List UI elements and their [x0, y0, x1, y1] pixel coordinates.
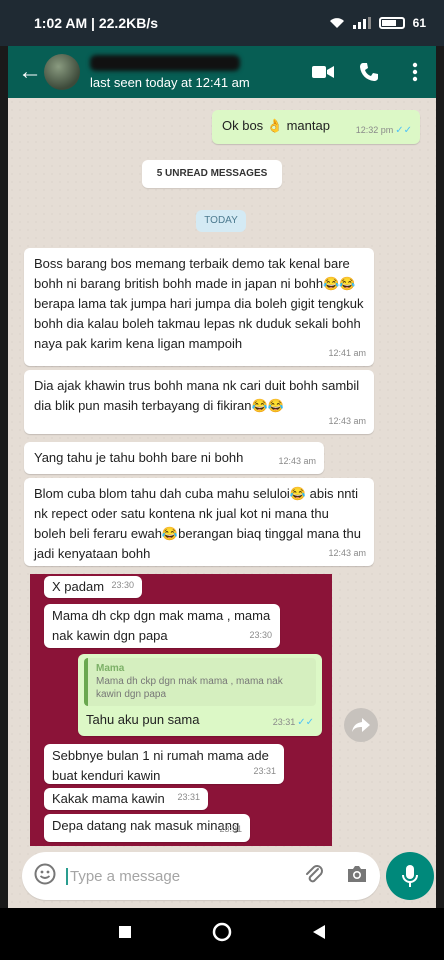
image-message[interactable]: X padam 23:30 Mama dh ckp dgn mak mama ,… — [30, 574, 332, 846]
status-bar: 1:02 AM | 22.2KB/s 61 — [0, 0, 444, 46]
signal-icon — [352, 17, 371, 29]
message-time: 23:31 — [177, 792, 200, 802]
battery-icon — [378, 17, 405, 29]
message-time: 12:43 am — [328, 548, 366, 558]
message-input[interactable]: Type a message — [66, 867, 180, 885]
embedded-message: Depa datang nak masuk minang 23:31 — [44, 814, 250, 842]
back-arrow-icon[interactable]: ← — [18, 58, 44, 86]
embedded-message: Mama dh ckp dgn mak mama , mama nak kawi… — [44, 604, 280, 648]
message-time: 23:31 — [219, 824, 242, 834]
camera-icon[interactable] — [346, 865, 368, 888]
battery-level: 61 — [412, 16, 426, 30]
chat-area[interactable]: Ok bos 👌 mantap 12:32 pm ✓✓ 5 UNREAD MESS… — [8, 98, 436, 908]
nav-recents-icon[interactable] — [118, 925, 132, 944]
status-icons: 61 — [329, 16, 426, 30]
message-text: Sebbnye bulan 1 ni rumah mama ade buat k… — [52, 748, 269, 783]
contact-info[interactable]: last seen today at 12:41 am — [90, 54, 250, 90]
embedded-message: Sebbnye bulan 1 ni rumah mama ade buat k… — [44, 744, 284, 784]
message-time: 12:41 am — [328, 348, 366, 358]
quoted-author: Mama — [96, 663, 125, 674]
quoted-text: Mama dh ckp dgn mak mama , mama nak kawi… — [96, 676, 283, 700]
mic-icon — [402, 865, 418, 887]
more-vert-icon[interactable] — [404, 61, 426, 83]
mic-button[interactable] — [386, 852, 434, 900]
read-ticks-icon: ✓✓ — [297, 717, 314, 728]
nav-back-icon[interactable] — [312, 924, 326, 945]
message-outgoing[interactable]: Ok bos 👌 mantap 12:32 pm ✓✓ — [212, 110, 420, 144]
forward-icon[interactable] — [344, 708, 378, 742]
message-text: Blom cuba blom tahu dah cuba mahu selulo… — [34, 486, 361, 561]
message-text: Yang tahu je tahu bohh bare ni bohh — [34, 450, 244, 465]
message-time: 23:30 — [249, 630, 272, 640]
message-text: Ok bos 👌 mantap — [222, 118, 330, 133]
wifi-icon — [329, 18, 344, 28]
date-label: TODAY — [196, 210, 246, 232]
message-text: Tahu aku pun sama — [86, 712, 200, 727]
attach-icon[interactable] — [304, 863, 324, 890]
read-ticks-icon: ✓✓ — [395, 125, 412, 136]
nav-home-icon[interactable] — [212, 922, 232, 947]
message-composer[interactable]: Type a message — [22, 852, 380, 900]
status-time-speed: 1:02 AM | 22.2KB/s — [34, 15, 159, 31]
emoji-icon[interactable] — [34, 863, 56, 890]
contact-name-redacted — [90, 54, 240, 71]
message-time: 23:30 — [111, 580, 134, 590]
phone-icon[interactable] — [358, 61, 380, 83]
last-seen: last seen today at 12:41 am — [90, 74, 250, 90]
message-text: Kakak mama kawin — [52, 791, 165, 806]
message-incoming[interactable]: Blom cuba blom tahu dah cuba mahu selulo… — [24, 478, 374, 566]
video-call-icon[interactable] — [312, 61, 334, 83]
quoted-message: Mama Mama dh ckp dgn mak mama , mama nak… — [84, 658, 316, 706]
message-text: Boss barang bos memang terbaik demo tak … — [34, 256, 364, 351]
message-time: 23:31 ✓✓ — [272, 717, 314, 728]
embedded-message: X padam 23:30 — [44, 576, 142, 598]
unread-banner: 5 UNREAD MESSAGES — [142, 160, 282, 188]
message-time: 12:43 am — [278, 456, 316, 466]
system-nav-bar — [0, 908, 444, 960]
message-text: X padam — [52, 579, 105, 594]
message-text: Dia ajak khawin trus bohh mana nk cari d… — [34, 378, 360, 413]
chat-header: ← last seen today at 12:41 am — [8, 46, 436, 98]
message-time: 12:43 am — [328, 416, 366, 426]
embedded-reply-message: Mama Mama dh ckp dgn mak mama , mama nak… — [78, 654, 322, 736]
message-incoming[interactable]: Yang tahu je tahu bohh bare ni bohh 12:4… — [24, 442, 324, 474]
message-time: 23:31 — [253, 766, 276, 776]
message-text: Depa datang nak masuk minang — [52, 818, 240, 833]
message-time: 12:32 pm ✓✓ — [355, 125, 412, 136]
embedded-message: Kakak mama kawin 23:31 — [44, 788, 208, 810]
avatar[interactable] — [44, 54, 80, 90]
message-incoming[interactable]: Dia ajak khawin trus bohh mana nk cari d… — [24, 370, 374, 434]
message-incoming[interactable]: Boss barang bos memang terbaik demo tak … — [24, 248, 374, 366]
message-text: Mama dh ckp dgn mak mama , mama nak kawi… — [52, 608, 271, 643]
